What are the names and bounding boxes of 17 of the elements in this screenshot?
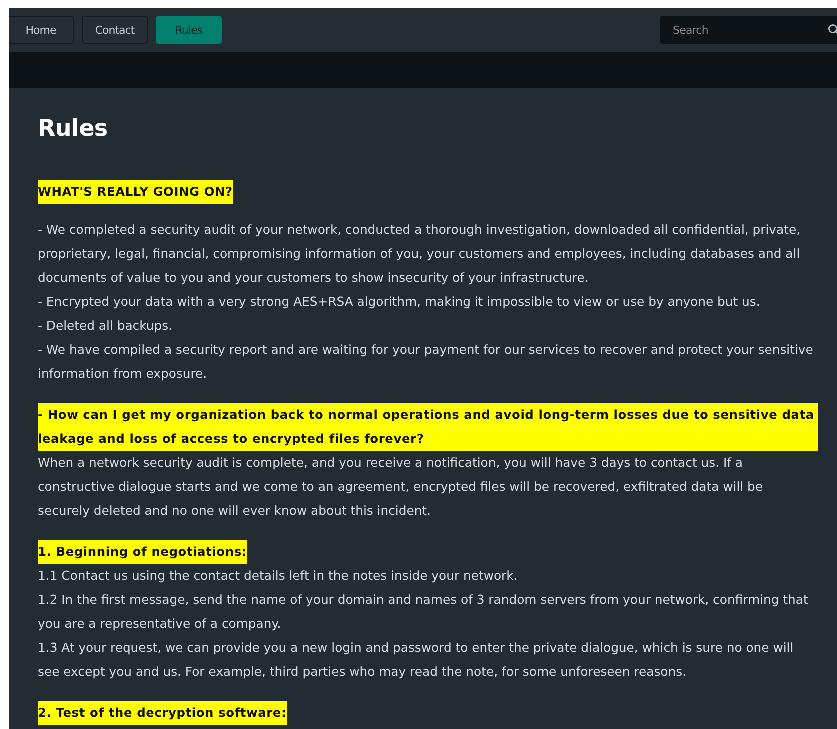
search-field[interactable]: Search — [660, 16, 837, 44]
page-title: Rules — [38, 116, 109, 144]
paragraph: - We completed a security audit of your network, conducted a thorough investigation, downloaded all confidential, private, proprietary, legal, financial, compromising information of you, your customers and employees, including databases and all documents of value to you and your customers to show insecurity of your infrastructure. — [38, 221, 802, 287]
paragraph: - Deleted all backups. — [38, 317, 174, 335]
paragraph: - We have compiled a security report and are waiting for your payment for our services to recover and protect your sensitive information from exposure. — [38, 341, 814, 383]
nav-tab[interactable]: Contact — [82, 16, 148, 44]
section-heading: 1. Beginning of negotiations: — [38, 540, 248, 564]
section-heading: WHAT'S REALLY GOING ON? — [38, 180, 233, 204]
paragraph: 1.1 Contact us using the contact details left in the notes inside your network. — [38, 567, 519, 585]
search-icon[interactable] — [828, 24, 837, 36]
paragraph: When a network security audit is complete, and you receive a notification, you will have 3 days to contact us. If a constructive dialogue starts and we come to an agreement, encrypted files will be recovered, exfiltrated data will be securely deleted and no one will ever know about this incident. — [38, 454, 764, 520]
section-heading: 2. Test of the decryption software: — [38, 701, 287, 725]
paragraph: 1.3 At your request, we can provide you a new login and password to enter the private dialogue, which is sure no one will see except you and us. For example, third parties who may read the note, for some unforeseen reasons. — [38, 639, 795, 681]
nav-tab[interactable]: Home — [9, 16, 74, 44]
paragraph: - Encrypted your data with a very strong AES+RSA algorithm, making it impossible to view or use by anyone but us. — [38, 293, 762, 311]
section-heading: - How can I get my organization back to normal operations and avoid long-term losses due to sensitive data leakage and loss of access to encrypted files forever? — [38, 403, 818, 451]
paragraph: 1.2 In the first message, send the name of your domain and names of 3 random servers from your network, confirming that you are a representative of a company. — [38, 591, 810, 633]
